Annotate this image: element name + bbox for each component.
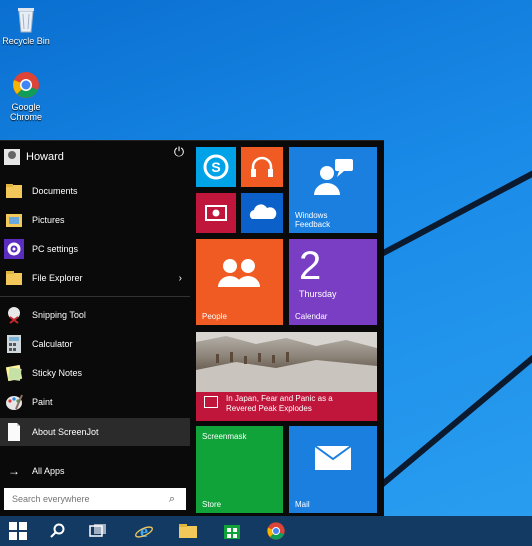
- user-account[interactable]: Howard: [4, 145, 188, 169]
- skype-icon: S: [203, 154, 229, 180]
- menu-item-label: About ScreenJot: [32, 427, 99, 437]
- user-name: Howard: [26, 151, 64, 163]
- menu-item-label: All Apps: [32, 466, 65, 476]
- store-subtitle: Screenmask: [202, 432, 247, 441]
- store-icon: [224, 525, 240, 539]
- recycle-bin-label: Recycle Bin: [2, 36, 50, 46]
- menu-item-calculator[interactable]: Calculator: [0, 330, 190, 358]
- news-headline: In Japan, Fear and Panic as a Revered Pe…: [226, 394, 333, 413]
- search-box[interactable]: ⌕: [4, 488, 186, 510]
- folder-icon: [4, 210, 24, 230]
- windows-logo-icon: [9, 522, 27, 540]
- tile-news[interactable]: In Japan, Fear and Panic as a Revered Pe…: [196, 332, 377, 421]
- menu-item-sticky-notes[interactable]: Sticky Notes: [0, 359, 190, 387]
- menu-item-label: Documents: [32, 186, 78, 196]
- video-icon: [205, 205, 227, 221]
- menu-item-pc-settings[interactable]: PC settings: [0, 235, 190, 263]
- internet-explorer-icon: e: [135, 521, 153, 541]
- store-button[interactable]: [214, 516, 250, 546]
- menu-item-pictures[interactable]: Pictures: [0, 206, 190, 234]
- search-icon[interactable]: ⌕: [164, 491, 180, 507]
- tile-label: Calendar: [295, 312, 328, 321]
- task-view-button[interactable]: [80, 516, 116, 546]
- start-left-pane: Howard ⏻ Documents Pictures PC settings: [0, 141, 190, 517]
- calendar-day-name: Thursday: [299, 289, 337, 299]
- power-icon[interactable]: ⏻: [172, 145, 186, 159]
- desktop-streak: [358, 346, 532, 506]
- folder-icon: [4, 181, 24, 201]
- newspaper-icon: [204, 396, 218, 408]
- tile-store[interactable]: Screenmask Store: [196, 426, 283, 513]
- feedback-icon: [314, 159, 353, 195]
- file-explorer-icon: [179, 524, 197, 538]
- search-icon: [50, 523, 65, 538]
- tile-label: Mail: [295, 500, 310, 509]
- task-view-icon: [89, 524, 106, 537]
- internet-explorer-button[interactable]: e: [126, 516, 162, 546]
- search-input[interactable]: [10, 493, 164, 505]
- desktop-streak: [370, 167, 532, 262]
- tile-calendar[interactable]: 2 Thursday Calendar: [289, 239, 377, 325]
- tile-label: Windows Feedback: [295, 211, 331, 229]
- menu-item-documents[interactable]: Documents: [0, 177, 190, 205]
- start-button[interactable]: [0, 516, 36, 546]
- arrow-right-icon: →: [8, 464, 20, 478]
- tile-onedrive[interactable]: [241, 193, 283, 233]
- gear-icon: [4, 239, 24, 259]
- menu-item-paint[interactable]: Paint: [0, 388, 190, 416]
- mail-icon: [314, 445, 352, 470]
- chevron-right-icon[interactable]: ›: [179, 273, 182, 284]
- calendar-day-number: 2: [299, 244, 322, 288]
- document-icon: [4, 422, 24, 442]
- headphones-icon: [251, 156, 273, 177]
- menu-item-file-explorer[interactable]: File Explorer ›: [0, 264, 190, 292]
- cloud-icon: [249, 204, 277, 219]
- start-menu: Howard ⏻ Documents Pictures PC settings: [0, 140, 384, 517]
- menu-item-snipping-tool[interactable]: Snipping Tool: [0, 301, 190, 329]
- menu-item-label: Sticky Notes: [32, 368, 83, 378]
- svg-text:e: e: [140, 521, 148, 541]
- paint-icon: [4, 392, 24, 412]
- user-avatar-icon: [4, 149, 20, 165]
- chrome-label: Google Chrome: [9, 102, 42, 122]
- tile-mail[interactable]: Mail: [289, 426, 377, 513]
- svg-text:S: S: [211, 159, 220, 175]
- chrome-icon: [11, 70, 41, 100]
- menu-item-label: File Explorer: [32, 273, 83, 283]
- menu-item-label: Calculator: [32, 339, 73, 349]
- menu-item-label: Snipping Tool: [32, 310, 86, 320]
- tile-music[interactable]: [241, 147, 283, 187]
- recycle-bin-icon: [11, 4, 41, 34]
- tile-video[interactable]: [196, 193, 236, 233]
- tile-label: Store: [202, 500, 222, 509]
- chrome-shortcut[interactable]: Google Chrome: [2, 70, 50, 122]
- chrome-taskbar-button[interactable]: [258, 516, 294, 546]
- file-explorer-button[interactable]: [170, 516, 206, 546]
- people-icon: [218, 259, 260, 287]
- tile-people[interactable]: People: [196, 239, 283, 325]
- recycle-bin[interactable]: Recycle Bin: [2, 4, 50, 46]
- menu-item-about-screenjot[interactable]: About ScreenJot: [0, 418, 190, 446]
- calculator-icon: [4, 334, 24, 354]
- chrome-icon: [267, 522, 285, 540]
- sticky-notes-icon: [4, 363, 24, 383]
- taskbar-search-button[interactable]: [40, 516, 76, 546]
- tile-label: People: [202, 312, 227, 321]
- file-explorer-icon: [4, 268, 24, 288]
- menu-item-label: Pictures: [32, 215, 65, 225]
- menu-item-label: Paint: [32, 397, 53, 407]
- tile-windows-feedback[interactable]: Windows Feedback: [289, 147, 377, 233]
- taskbar: e: [0, 516, 532, 546]
- menu-item-label: PC settings: [32, 244, 79, 254]
- menu-item-all-apps[interactable]: → All Apps: [0, 457, 190, 485]
- menu-divider: [0, 296, 190, 297]
- scissors-icon: [4, 305, 24, 325]
- news-image: [196, 332, 377, 392]
- tile-skype[interactable]: S: [196, 147, 236, 187]
